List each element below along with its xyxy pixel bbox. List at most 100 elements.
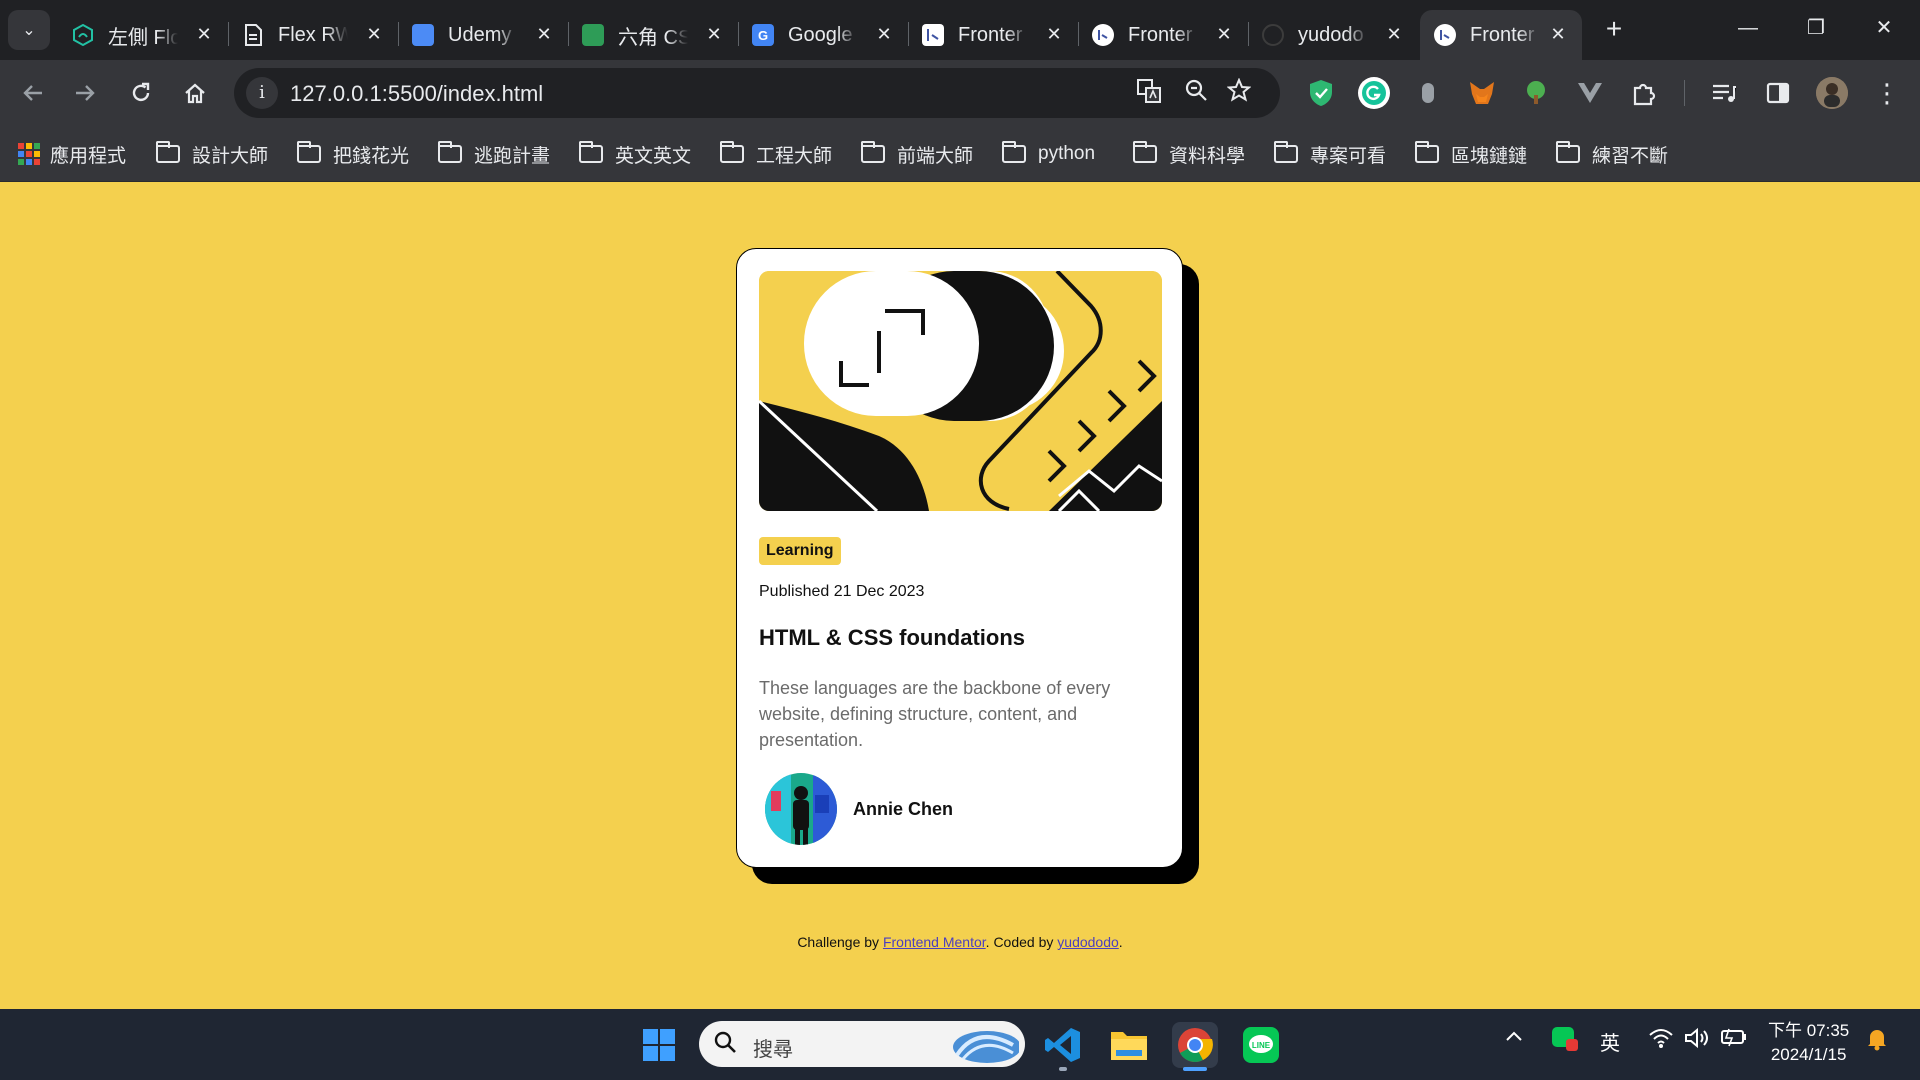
tab-2[interactable]: Flex RW ✕ — [228, 10, 399, 60]
media-controls-icon[interactable] — [1708, 77, 1740, 109]
bookmark-folder[interactable]: 區塊鏈鏈 — [1415, 138, 1527, 170]
bookmark-label: 專案可看 — [1310, 145, 1387, 167]
tab-4[interactable]: 六角 CS ✕ — [568, 10, 739, 60]
tab-1[interactable]: 左側 Flo ✕ — [58, 10, 229, 60]
folder-icon — [579, 141, 603, 163]
restore-button[interactable]: ❐ — [1784, 8, 1848, 48]
windows-start-icon[interactable] — [636, 1022, 682, 1068]
translate-icon[interactable] — [1134, 78, 1164, 108]
folder-icon — [861, 141, 885, 163]
attribution-middle: . Coded by — [985, 934, 1058, 950]
bookmark-folder[interactable]: 專案可看 — [1274, 138, 1386, 170]
card-illustration — [759, 271, 1162, 511]
tree-extension-icon[interactable] — [1520, 77, 1552, 109]
zoom-icon[interactable] — [1181, 78, 1211, 108]
bookmark-folder[interactable]: 前端大師 — [861, 138, 973, 170]
tab-title: yudodo — [1298, 23, 1364, 46]
bookmark-folder[interactable]: python — [1002, 138, 1095, 170]
google-translate-icon: G — [752, 24, 774, 46]
tab-3[interactable]: Udemy ✕ — [398, 10, 569, 60]
tab-close-icon[interactable]: ✕ — [194, 24, 214, 44]
tab-search-button[interactable]: ⌄ — [8, 10, 50, 50]
system-clock[interactable]: 下午 07:35 2024/1/15 — [1768, 1019, 1849, 1067]
grammarly-extension-icon[interactable] — [1358, 77, 1390, 109]
author-link[interactable]: yudododo — [1057, 934, 1119, 950]
volume-icon[interactable] — [1684, 1027, 1710, 1055]
extensions-puzzle-icon[interactable] — [1628, 77, 1660, 109]
vscode-icon[interactable] — [1040, 1022, 1086, 1068]
window-close-button[interactable]: ✕ — [1852, 8, 1916, 48]
file-explorer-icon[interactable] — [1106, 1022, 1152, 1068]
browser-menu-icon[interactable]: ⋮ — [1868, 74, 1906, 112]
tab-close-icon[interactable]: ✕ — [1384, 24, 1404, 44]
folder-icon — [297, 141, 321, 163]
bookmark-folder[interactable]: 逃跑計畫 — [438, 138, 550, 170]
tab-7[interactable]: Fronter ✕ — [1078, 10, 1249, 60]
side-panel-icon[interactable] — [1762, 77, 1794, 109]
folder-icon — [1002, 141, 1026, 163]
bookmark-apps[interactable]: 應用程式 — [18, 138, 126, 170]
tab-close-icon[interactable]: ✕ — [1548, 24, 1568, 44]
shield-extension-icon[interactable] — [1305, 77, 1337, 109]
reload-button[interactable] — [122, 74, 160, 112]
frontend-mentor-link[interactable]: Frontend Mentor — [883, 934, 986, 950]
category-tag: Learning — [759, 537, 841, 565]
tab-9-active[interactable]: Fronter ✕ — [1420, 10, 1582, 60]
reload-icon — [132, 82, 150, 102]
back-button[interactable] — [14, 74, 52, 112]
tab-6[interactable]: Fronter ✕ — [908, 10, 1079, 60]
address-url[interactable]: 127.0.0.1:5500/index.html — [290, 81, 543, 107]
forward-button[interactable] — [66, 74, 104, 112]
card-description: These languages are the backbone of ever… — [759, 678, 1111, 750]
tab-close-icon[interactable]: ✕ — [704, 24, 724, 44]
tray-overflow-chevron-icon[interactable] — [1504, 1027, 1524, 1053]
profile-avatar[interactable] — [1816, 77, 1848, 109]
wifi-icon[interactable] — [1648, 1027, 1674, 1055]
bookmark-folder[interactable]: 資料科學 — [1133, 138, 1245, 170]
bookmark-folder[interactable]: 練習不斷 — [1556, 138, 1668, 170]
mouse-extension-icon[interactable] — [1412, 77, 1444, 109]
home-icon — [185, 83, 205, 104]
site-info-icon[interactable]: i — [246, 77, 278, 109]
home-button[interactable] — [176, 74, 214, 112]
frontend-mentor-circle-icon — [1092, 24, 1114, 46]
notification-bell-icon[interactable] — [1866, 1027, 1888, 1057]
card-title[interactable]: HTML & CSS foundations — [759, 625, 1160, 651]
metamask-fox-icon[interactable] — [1466, 77, 1498, 109]
tab-title: 六角 CS — [618, 26, 688, 49]
battery-icon[interactable] — [1720, 1027, 1748, 1053]
arrow-left-icon — [23, 85, 42, 101]
bookmark-label: 把錢花光 — [333, 145, 410, 167]
tab-close-icon[interactable]: ✕ — [364, 24, 384, 44]
tab-title: Flex RW — [278, 23, 348, 46]
line-tray-icon[interactable] — [1552, 1027, 1578, 1057]
bookmark-folder[interactable]: 把錢花光 — [297, 138, 409, 170]
tab-5[interactable]: G Google ✕ — [738, 10, 909, 60]
bookmark-folder[interactable]: 英文英文 — [579, 138, 691, 170]
apps-grid-icon — [18, 143, 40, 165]
tab-close-icon[interactable]: ✕ — [874, 24, 894, 44]
tab-close-icon[interactable]: ✕ — [1214, 24, 1234, 44]
tab-8[interactable]: yudodo ✕ — [1248, 10, 1418, 60]
tab-strip: ⌄ 左側 Flo ✕ Flex RW ✕ Udemy ✕ 六角 CS ✕ G G… — [0, 0, 1920, 60]
tab-close-icon[interactable]: ✕ — [1044, 24, 1064, 44]
taskbar-search[interactable]: 搜尋 — [699, 1021, 1025, 1067]
new-tab-button[interactable]: + — [1598, 14, 1630, 46]
tab-title: Google — [788, 23, 853, 46]
address-bar[interactable]: i 127.0.0.1:5500/index.html — [234, 68, 1280, 118]
bookmark-folder[interactable]: 設計大師 — [156, 138, 268, 170]
bookmark-label: 工程大師 — [756, 145, 833, 167]
bookmark-folder[interactable]: 工程大師 — [720, 138, 832, 170]
vscode-running-indicator — [1059, 1067, 1067, 1071]
browser-toolbar: i 127.0.0.1:5500/index.html off — [0, 60, 1920, 172]
document-icon — [242, 24, 264, 46]
bookmark-star-icon[interactable] — [1224, 77, 1254, 108]
ime-indicator[interactable]: 英 — [1600, 1027, 1620, 1056]
bookmark-label: 應用程式 — [50, 145, 127, 167]
minimize-button[interactable]: — — [1716, 8, 1780, 48]
line-app-icon[interactable]: LINE — [1238, 1022, 1284, 1068]
vue-devtools-icon[interactable] — [1574, 77, 1606, 109]
chrome-icon[interactable] — [1172, 1022, 1218, 1068]
tab-close-icon[interactable]: ✕ — [534, 24, 554, 44]
folder-icon — [1556, 141, 1580, 163]
